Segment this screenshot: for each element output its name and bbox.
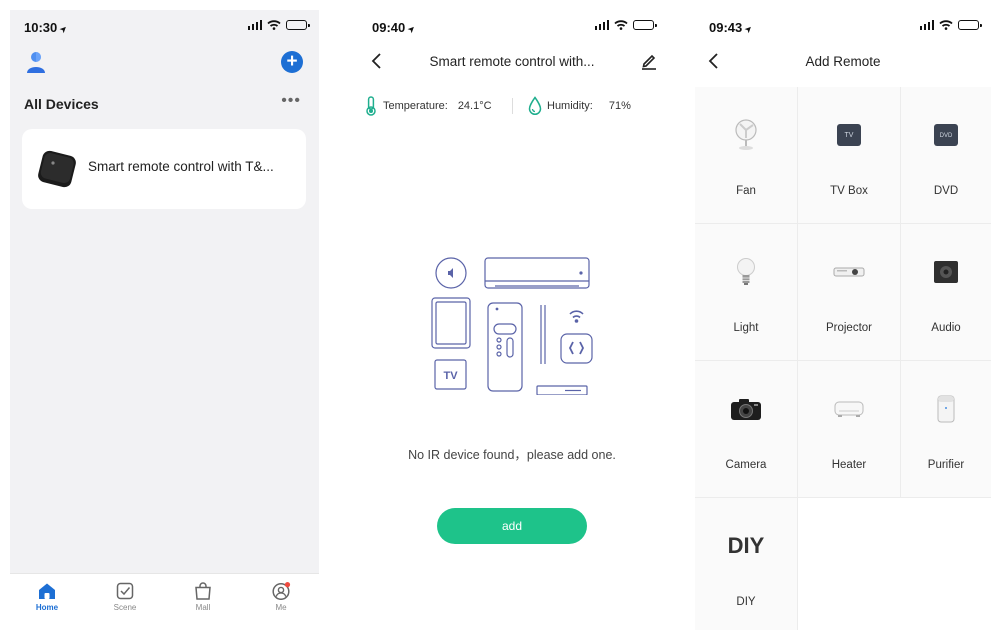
home-screen: 10:30➤ + All Devices ••• Smart remote co… (10, 10, 319, 630)
add-button[interactable]: add (437, 508, 587, 544)
page-title: Smart remote control with... (429, 54, 595, 69)
dvd-icon: DVD (934, 124, 958, 146)
tab-me[interactable]: Me (251, 582, 311, 612)
tab-home-label: Home (35, 603, 59, 612)
ir-remote-hub-icon (38, 150, 76, 188)
profile-icon (272, 582, 291, 600)
environment-readings: Temperature: 24.1°C Humidity: 71% (358, 94, 666, 118)
camera-icon (731, 399, 761, 420)
add-remote-screen: 09:43➤ Add Remote Fan TV TV Box DVD DVD … (695, 10, 991, 630)
remote-option-diy[interactable]: DIY DIY (695, 498, 798, 630)
remote-option-label: Camera (725, 459, 767, 471)
tv-box-badge: TV (845, 132, 854, 139)
status-time-text: 09:43 (709, 20, 743, 35)
remote-option-dvd[interactable]: DVD DVD (901, 87, 991, 224)
location-arrow-icon: ➤ (742, 22, 755, 36)
tab-me-label: Me (275, 603, 287, 612)
light-bulb-icon (737, 258, 755, 285)
remote-option-label: Audio (931, 322, 961, 334)
status-icons (594, 20, 657, 30)
temperature-value: 24.1°C (457, 100, 492, 112)
device-detail-screen: 09:40➤ Smart remote control with... Temp… (358, 10, 666, 630)
remote-option-label: Projector (825, 322, 873, 334)
temperature-reading: Temperature: 24.1°C (364, 96, 492, 116)
tv-box-icon: TV (837, 124, 861, 146)
humidity-reading: Humidity: 71% (528, 96, 631, 116)
projector-icon (833, 267, 865, 277)
humidity-label: Humidity: (547, 100, 593, 112)
ir-devices-illustration: TV (431, 257, 593, 395)
status-bar: 10:30➤ (10, 10, 319, 44)
remote-option-tv-box[interactable]: TV TV Box (798, 87, 901, 224)
battery-icon (286, 20, 310, 30)
tv-illustration-label: TV (443, 370, 458, 382)
thermometer-icon (366, 96, 376, 116)
humidity-value: 71% (608, 100, 631, 112)
add-device-button[interactable]: + (281, 51, 303, 73)
scene-checkbox-icon (116, 582, 134, 600)
remote-option-label: Fan (736, 185, 756, 197)
user-avatar-icon[interactable] (24, 50, 48, 74)
remote-option-label: Heater (831, 459, 867, 471)
cellular-signal-icon (919, 20, 934, 30)
tab-home[interactable]: Home (17, 582, 77, 612)
section-title: All Devices (24, 96, 99, 112)
more-options-icon[interactable]: ••• (281, 92, 301, 110)
status-time-text: 10:30 (24, 20, 58, 35)
device-name: Smart remote control with T&... (88, 159, 274, 174)
cellular-signal-icon (247, 20, 262, 30)
tab-mall[interactable]: Mall (173, 582, 233, 612)
speaker-icon (934, 261, 958, 283)
fan-icon (735, 119, 757, 150)
remote-option-label: DIY (736, 596, 756, 608)
status-icons (919, 20, 982, 30)
empty-state-message: No IR device found，please add one. (408, 448, 616, 462)
location-arrow-icon: ➤ (405, 22, 418, 36)
tab-scene-label: Scene (113, 603, 137, 612)
tab-scene[interactable]: Scene (95, 582, 155, 612)
heater-icon (834, 401, 864, 417)
dvd-badge: DVD (940, 133, 953, 139)
device-card[interactable]: Smart remote control with T&... (22, 129, 306, 209)
remote-option-label: TV Box (830, 185, 868, 197)
battery-icon (958, 20, 982, 30)
remote-option-label: Purifier (927, 459, 965, 471)
location-arrow-icon: ➤ (57, 22, 70, 36)
status-time-text: 09:40 (372, 20, 406, 35)
status-time: 09:40➤ (372, 20, 418, 36)
remote-option-camera[interactable]: Camera (695, 361, 798, 498)
wifi-icon (614, 20, 628, 30)
battery-icon (633, 20, 657, 30)
page-title: Add Remote (805, 54, 881, 69)
diy-icon: DIY (727, 533, 765, 558)
shopping-bag-icon (195, 582, 211, 600)
status-time: 10:30➤ (24, 20, 70, 36)
water-drop-icon (528, 96, 542, 115)
remote-option-light[interactable]: Light (695, 224, 798, 361)
home-icon (39, 583, 55, 599)
tab-mall-label: Mall (195, 603, 211, 612)
status-bar: 09:43➤ (695, 10, 991, 44)
tab-bar: Home Scene Mall Me (10, 573, 319, 630)
status-icons (247, 20, 310, 30)
status-time: 09:43➤ (709, 20, 755, 36)
remote-option-fan[interactable]: Fan (695, 87, 798, 224)
divider (512, 98, 513, 114)
edit-pencil-icon[interactable] (640, 52, 658, 70)
remote-option-purifier[interactable]: Purifier (901, 361, 991, 498)
cellular-signal-icon (594, 20, 609, 30)
wifi-icon (267, 20, 281, 30)
purifier-icon (937, 395, 955, 423)
remote-option-heater[interactable]: Heater (798, 361, 901, 498)
remote-option-projector[interactable]: Projector (798, 224, 901, 361)
remote-option-audio[interactable]: Audio (901, 224, 991, 361)
wifi-icon (939, 20, 953, 30)
status-bar: 09:40➤ (358, 10, 666, 44)
remote-option-label: DVD (933, 185, 959, 197)
temperature-label: Temperature: (383, 100, 448, 112)
remote-option-label: Light (733, 322, 759, 334)
